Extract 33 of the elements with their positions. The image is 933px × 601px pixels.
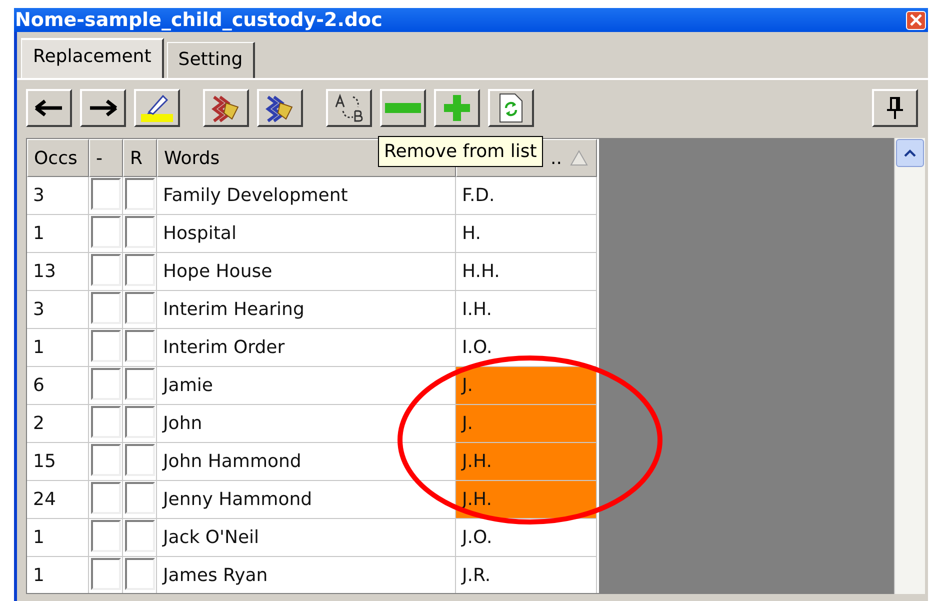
table-cell: J.R. xyxy=(456,557,597,593)
table-cell: 15 xyxy=(27,443,89,481)
table-cell: F.D. xyxy=(456,177,597,215)
table-cell: 3 xyxy=(27,177,89,215)
table-cell: Family Development xyxy=(157,177,456,215)
table-cell: 1 xyxy=(27,557,89,593)
table-cell: 1 xyxy=(27,519,89,557)
table-cell: I.H. xyxy=(456,291,597,329)
table-cell: James Ryan xyxy=(157,557,456,593)
table-cell: J.O. xyxy=(456,519,597,557)
table-cell: 2 xyxy=(27,405,89,443)
table-cell: Jamie xyxy=(157,367,456,405)
table-cell: Jenny Hammond xyxy=(157,481,456,519)
table-cell: J. xyxy=(456,367,597,405)
table-cell: J.H. xyxy=(456,481,597,519)
table-cell: 13 xyxy=(27,253,89,291)
table-cell: H.H. xyxy=(456,253,597,291)
table-cell: 3 xyxy=(27,291,89,329)
table-cell: 1 xyxy=(27,215,89,253)
table-cell: J.H. xyxy=(456,443,597,481)
table-cell: Hospital xyxy=(157,215,456,253)
table-cell: J. xyxy=(456,405,597,443)
table-cell: Interim Hearing xyxy=(157,291,456,329)
window-title: Nome-sample_child_custody-2.doc xyxy=(15,9,382,31)
table-cell: 6 xyxy=(27,367,89,405)
table-cell: Jack O'Neil xyxy=(157,519,456,557)
table-cell: Hope House xyxy=(157,253,456,291)
table-cell: H. xyxy=(456,215,597,253)
tooltip: Remove from list xyxy=(378,136,543,167)
column-header-label: .. xyxy=(550,148,562,168)
table-cell: Interim Order xyxy=(157,329,456,367)
table-cell: 24 xyxy=(27,481,89,519)
table-cell: 1 xyxy=(27,329,89,367)
